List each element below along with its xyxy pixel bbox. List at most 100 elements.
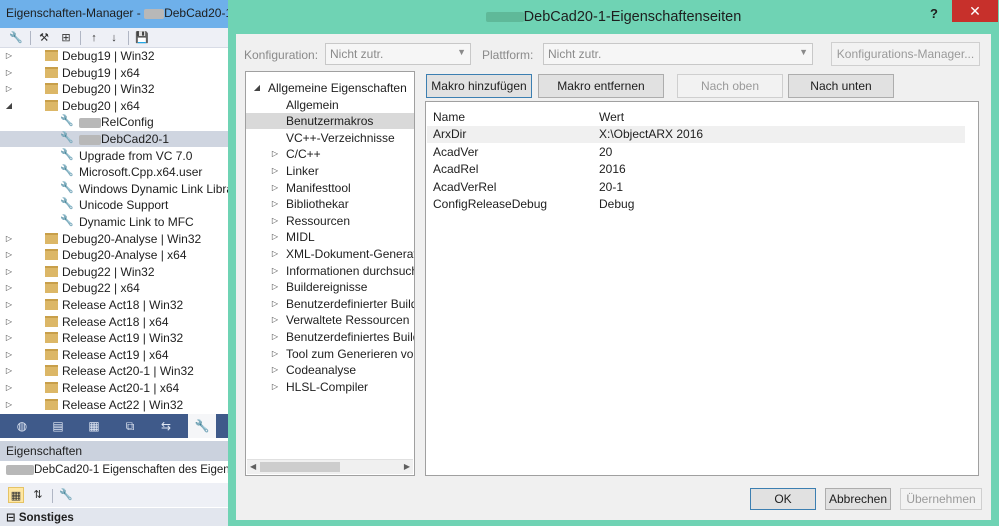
properties-selected-object[interactable]: DebCad20-1 Eigenschaften des Eigens (0, 461, 228, 481)
tree-row[interactable]: ▷ Release Act20-1 | x64 (0, 380, 228, 396)
alphabetical-sort-icon[interactable]: ⇅ (30, 487, 46, 503)
tab-solution-explorer-icon[interactable]: ◍ (8, 414, 36, 438)
category-item[interactable]: ▷ Codeanalyse (246, 362, 414, 378)
tree-row[interactable]: 🔧 RelConfig (0, 114, 228, 130)
move-down-button[interactable]: Nach unten (788, 74, 894, 98)
expand-arrow-icon[interactable]: ▷ (270, 229, 280, 245)
category-item[interactable]: ▷ Buildereignisse (246, 279, 414, 295)
tree-row[interactable]: 🔧 Dynamic Link to MFC (0, 214, 228, 230)
expand-arrow-icon[interactable]: ▷ (4, 363, 14, 379)
tree-row[interactable]: ▷ Debug20-Analyse | x64 (0, 247, 228, 263)
expand-arrow-icon[interactable]: ▷ (270, 279, 280, 295)
expand-arrow-icon[interactable]: ▷ (4, 65, 14, 81)
category-item[interactable]: VC++-Verzeichnisse (246, 130, 414, 146)
column-header-name[interactable]: Name (433, 110, 465, 124)
expand-arrow-icon[interactable]: ▷ (270, 312, 280, 328)
tree-row[interactable]: 🔧 Windows Dynamic Link Library (0, 181, 228, 197)
category-item[interactable]: ▷ MIDL (246, 229, 414, 245)
category-item[interactable]: ▷ Tool zum Generieren von XML (246, 346, 414, 362)
expand-arrow-icon[interactable]: ▷ (270, 346, 280, 362)
expand-arrow-icon[interactable]: ▷ (270, 329, 280, 345)
expand-arrow-icon[interactable]: ▷ (4, 397, 14, 413)
expand-arrow-icon[interactable]: ▷ (270, 146, 280, 162)
category-item[interactable]: ▷ Bibliothekar (246, 196, 414, 212)
category-item[interactable]: Benutzermakros (246, 113, 414, 130)
expand-arrow-icon[interactable]: ▷ (4, 247, 14, 263)
add-macro-button[interactable]: Makro hinzufügen (426, 74, 532, 98)
collapse-arrow-icon[interactable]: ◢ (252, 80, 262, 96)
expand-arrow-icon[interactable]: ▷ (4, 231, 14, 247)
tree-row[interactable]: ◢ Debug20 | x64 (0, 98, 228, 114)
expand-arrow-icon[interactable]: ▷ (4, 81, 14, 97)
tree-row[interactable]: ▷ Debug19 | x64 (0, 65, 228, 81)
tree-row[interactable]: ▷ Release Act20-1 | Win32 (0, 363, 228, 379)
category-item[interactable]: ▷ Informationen durchsuchen (246, 263, 414, 279)
properties-category-row[interactable]: ⊟ Sonstiges (0, 508, 228, 526)
macro-row[interactable]: AcadRel 2016 (427, 161, 965, 178)
expand-arrow-icon[interactable]: ▷ (270, 263, 280, 279)
column-header-value[interactable]: Wert (599, 110, 624, 124)
cancel-button[interactable]: Abbrechen (825, 488, 891, 510)
category-item[interactable]: ▷ HLSL-Compiler (246, 379, 414, 395)
scrollbar-thumb[interactable] (260, 462, 340, 472)
category-item[interactable]: ▷ Ressourcen (246, 213, 414, 229)
add-new-sheet-icon[interactable]: ⊞ (58, 30, 74, 46)
macro-row[interactable]: ArxDir X:\ObjectARX 2016 (427, 126, 965, 143)
move-up-button[interactable]: Nach oben (677, 74, 783, 98)
tab-property-manager-icon[interactable]: 🔧 (188, 414, 216, 438)
expand-arrow-icon[interactable]: ▷ (4, 297, 14, 313)
tab-resource-view-icon[interactable]: ▦ (80, 414, 108, 438)
platform-dropdown[interactable]: Nicht zutr. ▼ (543, 43, 813, 65)
tree-row[interactable]: ▷ Release Act22 | Win32 (0, 397, 228, 413)
tab-git-changes-icon[interactable]: ⇆ (152, 414, 180, 438)
collapse-box-icon[interactable]: ⊟ (6, 512, 16, 524)
category-item[interactable]: ▷ Verwaltete Ressourcen (246, 312, 414, 328)
category-item[interactable]: ▷ Benutzerdefinierter Buildschritt (246, 296, 414, 312)
macro-row[interactable]: AcadVer 20 (427, 144, 965, 161)
expand-arrow-icon[interactable]: ▷ (270, 196, 280, 212)
macro-row[interactable]: ConfigReleaseDebug Debug (427, 196, 965, 213)
scroll-right-icon[interactable]: ▶ (404, 462, 410, 471)
tree-row[interactable]: 🔧 DebCad20-1 (0, 131, 228, 147)
ok-button[interactable]: OK (750, 488, 816, 510)
expand-arrow-icon[interactable]: ▷ (4, 314, 14, 330)
expand-arrow-icon[interactable]: ▷ (270, 213, 280, 229)
expand-arrow-icon[interactable]: ▷ (270, 362, 280, 378)
horizontal-scrollbar[interactable]: ◀ ▶ (247, 459, 413, 474)
collapse-arrow-icon[interactable]: ◢ (4, 98, 14, 114)
move-down-arrow-icon[interactable]: ↓ (106, 30, 122, 46)
expand-arrow-icon[interactable]: ▷ (4, 48, 14, 64)
tab-team-explorer-icon[interactable]: ▤ (44, 414, 72, 438)
tree-row[interactable]: ▷ Debug20 | Win32 (0, 81, 228, 97)
expand-arrow-icon[interactable]: ▷ (270, 246, 280, 262)
expand-arrow-icon[interactable]: ▷ (270, 163, 280, 179)
move-up-arrow-icon[interactable]: ↑ (86, 30, 102, 46)
tab-class-view-icon[interactable]: ⧉ (116, 414, 144, 438)
tree-row[interactable]: 🔧 Upgrade from VC 7.0 (0, 148, 228, 164)
apply-button[interactable]: Übernehmen (900, 488, 982, 510)
macro-row[interactable]: AcadVerRel 20-1 (427, 179, 965, 196)
expand-arrow-icon[interactable]: ▷ (4, 264, 14, 280)
expand-arrow-icon[interactable]: ▷ (270, 296, 280, 312)
expand-arrow-icon[interactable]: ▷ (4, 280, 14, 296)
tree-row[interactable]: 🔧 Microsoft.Cpp.x64.user (0, 164, 228, 180)
configuration-dropdown[interactable]: Nicht zutr. ▼ (325, 43, 471, 65)
category-item[interactable]: ▷ C/C++ (246, 146, 414, 162)
category-item[interactable]: ▷ XML-Dokument-Generator (246, 246, 414, 262)
tree-row[interactable]: ▷ Debug19 | Win32 (0, 48, 228, 64)
tree-row[interactable]: ▷ Debug22 | Win32 (0, 264, 228, 280)
save-icon[interactable]: 💾 (134, 30, 150, 46)
tree-row[interactable]: ▷ Release Act18 | Win32 (0, 297, 228, 313)
expand-arrow-icon[interactable]: ▷ (270, 180, 280, 196)
add-existing-sheet-icon[interactable]: ⚒ (36, 30, 52, 46)
tree-row[interactable]: ▷ Release Act19 | x64 (0, 347, 228, 363)
category-item[interactable]: Allgemein (246, 97, 414, 113)
expand-arrow-icon[interactable]: ▷ (4, 347, 14, 363)
tree-row[interactable]: ▷ Debug20-Analyse | Win32 (0, 231, 228, 247)
close-button[interactable]: ✕ (952, 0, 998, 22)
properties-wrench-icon[interactable]: 🔧 (8, 30, 24, 46)
tree-row[interactable]: 🔧 Unicode Support (0, 197, 228, 213)
category-item[interactable]: ◢ Allgemeine Eigenschaften (246, 80, 414, 96)
expand-arrow-icon[interactable]: ▷ (4, 330, 14, 346)
scroll-left-icon[interactable]: ◀ (250, 462, 256, 471)
